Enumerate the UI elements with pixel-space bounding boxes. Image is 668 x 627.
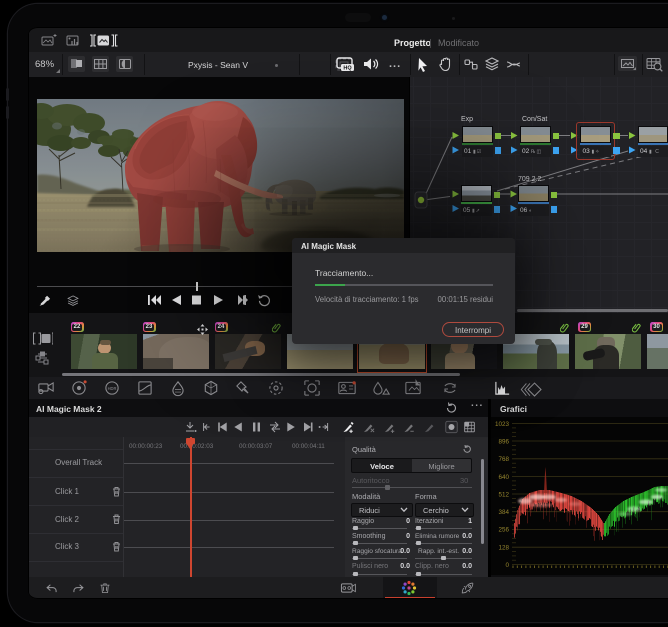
svg-text:896: 896: [498, 438, 509, 445]
svg-text:1023: 1023: [495, 421, 510, 428]
svg-text:384: 384: [498, 509, 509, 516]
svg-text:768: 768: [498, 456, 509, 463]
svg-text:128: 128: [498, 545, 509, 552]
svg-text:0: 0: [505, 562, 509, 569]
svg-text:512: 512: [498, 491, 509, 498]
svg-text:HQ: HQ: [343, 66, 352, 72]
svg-text:HDR: HDR: [108, 386, 117, 391]
svg-text:640: 640: [498, 474, 509, 481]
svg-text:256: 256: [498, 527, 509, 534]
